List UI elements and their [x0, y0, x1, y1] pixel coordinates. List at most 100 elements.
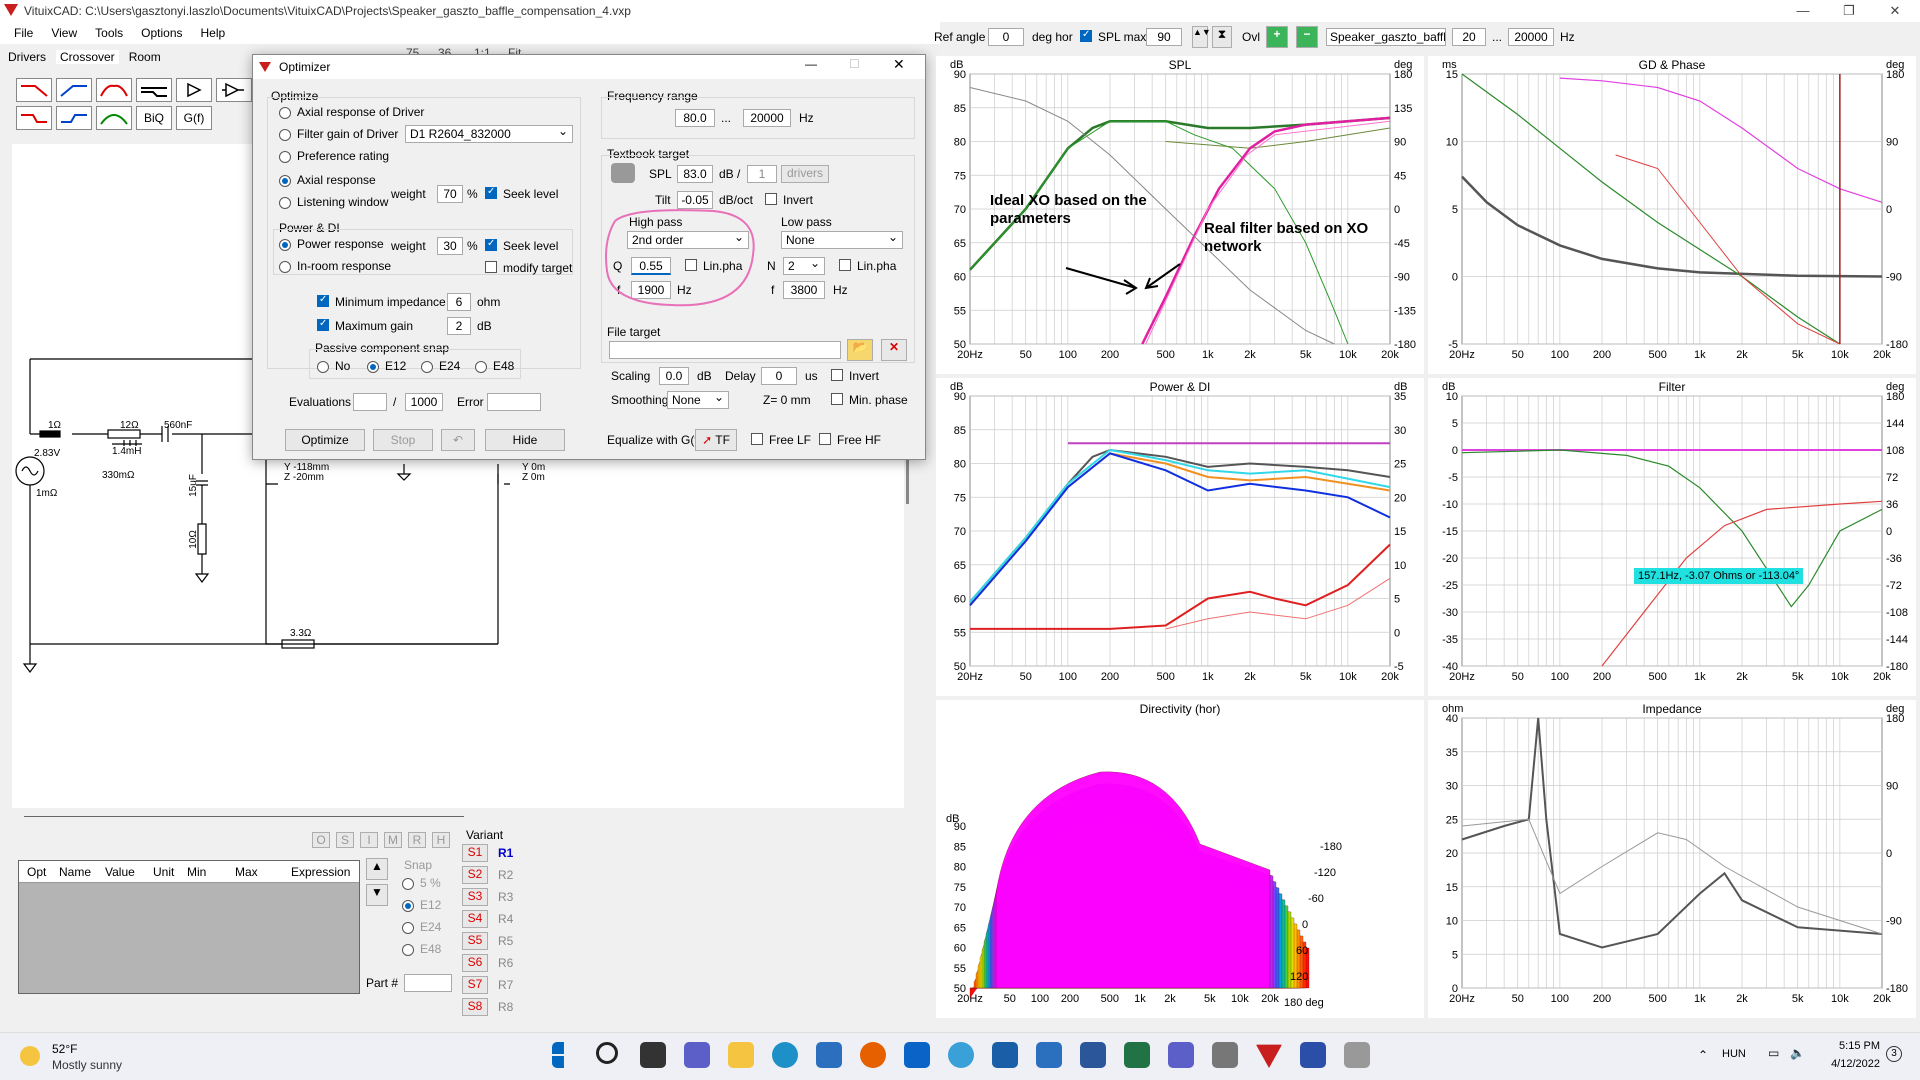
- ref-angle-input[interactable]: 0: [988, 28, 1024, 46]
- notification-badge[interactable]: 3: [1886, 1046, 1902, 1062]
- firefox-icon[interactable]: [860, 1042, 886, 1068]
- weather-desc[interactable]: Mostly sunny: [52, 1058, 122, 1072]
- dlg-snap-e48-radio[interactable]: [475, 361, 487, 373]
- dlg-close-button[interactable]: ✕: [893, 56, 905, 73]
- tab-crossover[interactable]: Crossover: [56, 50, 119, 64]
- lp-n-select[interactable]: 2: [783, 255, 825, 275]
- chevron-up-icon[interactable]: ⌃: [1698, 1048, 1708, 1062]
- tool-h-button[interactable]: H: [432, 832, 450, 848]
- scaling-input[interactable]: 0.0: [659, 367, 689, 385]
- spl-max-checkbox[interactable]: [1080, 29, 1092, 42]
- language-indicator[interactable]: HUN: [1722, 1048, 1746, 1060]
- menu-file[interactable]: File: [14, 26, 33, 40]
- snap-e12-radio[interactable]: [402, 900, 414, 912]
- opt-filter-gain-radio[interactable]: [279, 129, 291, 141]
- col-unit[interactable]: Unit: [153, 865, 174, 879]
- variant-s5-button[interactable]: S5: [462, 932, 488, 950]
- undo-button[interactable]: ↶: [441, 429, 475, 451]
- clear-file-button[interactable]: ✕: [881, 339, 907, 361]
- sun-icon[interactable]: [20, 1046, 40, 1066]
- variant-s7-button[interactable]: S7: [462, 976, 488, 994]
- dlg-snap-no-radio[interactable]: [317, 361, 329, 373]
- dlg-maximize-button[interactable]: ☐: [849, 57, 860, 71]
- teams-icon[interactable]: [1168, 1042, 1194, 1068]
- maximize-button[interactable]: ❐: [1826, 0, 1872, 22]
- close-button[interactable]: ✕: [1872, 0, 1918, 22]
- dlg-snap-e12-radio[interactable]: [367, 361, 379, 373]
- clock-date[interactable]: 4/12/2022: [1824, 1058, 1880, 1070]
- opt-listening-window-radio[interactable]: [279, 197, 291, 209]
- file-explorer-icon[interactable]: [728, 1042, 754, 1068]
- freq-lo-view-input[interactable]: 20: [1452, 28, 1486, 46]
- monitor-icon[interactable]: ▭: [1768, 1046, 1779, 1060]
- weather-temp[interactable]: 52°F: [52, 1042, 77, 1056]
- power-response-radio[interactable]: [279, 239, 291, 251]
- collapse-button[interactable]: ⧗: [1212, 26, 1232, 48]
- col-max[interactable]: Max: [235, 865, 258, 879]
- gf-button[interactable]: G(f): [176, 106, 212, 130]
- notes-app-icon[interactable]: [992, 1042, 1018, 1068]
- variant-r5-button[interactable]: R5: [498, 934, 513, 948]
- drivers-count-input[interactable]: 1: [747, 165, 777, 183]
- variant-s2-button[interactable]: S2: [462, 866, 488, 884]
- variant-r4-button[interactable]: R4: [498, 912, 513, 926]
- hide-button[interactable]: Hide: [485, 429, 565, 451]
- tool-m-button[interactable]: M: [384, 832, 402, 848]
- snap-e24-radio[interactable]: [402, 922, 414, 934]
- chat-icon[interactable]: [684, 1042, 710, 1068]
- free-lf-checkbox[interactable]: [751, 433, 763, 445]
- highpass-1-button[interactable]: [56, 78, 92, 102]
- col-expression[interactable]: Expression: [291, 865, 350, 879]
- tool-i-button[interactable]: I: [360, 832, 378, 848]
- bandpass-button[interactable]: [96, 78, 132, 102]
- col-value[interactable]: Value: [105, 865, 135, 879]
- file-target-input[interactable]: [609, 341, 841, 359]
- min-phase-checkbox[interactable]: [831, 393, 843, 405]
- photos-icon[interactable]: [1036, 1042, 1062, 1068]
- peak-button[interactable]: [96, 106, 132, 130]
- freq-lo-input[interactable]: 80.0: [675, 109, 715, 127]
- word-icon[interactable]: [1080, 1042, 1106, 1068]
- inverter-button[interactable]: [216, 78, 252, 102]
- spl-max-input[interactable]: 90: [1146, 28, 1182, 46]
- lowpass-1-button[interactable]: [16, 78, 52, 102]
- evaluations-max-input[interactable]: 1000: [405, 393, 443, 411]
- variant-r7-button[interactable]: R7: [498, 978, 513, 992]
- tool-s-button[interactable]: S: [336, 832, 354, 848]
- search-icon[interactable]: [596, 1042, 618, 1064]
- graph-gd[interactable]: GD & Phase 15 10 5 0 -5 180 90 0 -90 -180 ms deg 20Hz…: [1428, 56, 1916, 374]
- lp-type-select[interactable]: None: [781, 229, 903, 249]
- graph-imp[interactable]: Impedance 40 35 30 25 20 15 10 5 0 180 90 0 -90 -180 oh…: [1428, 700, 1916, 1018]
- variant-r8-button[interactable]: R8: [498, 1000, 513, 1014]
- invert-checkbox[interactable]: [765, 193, 777, 205]
- col-min[interactable]: Min: [187, 865, 206, 879]
- minimize-button[interactable]: —: [1780, 0, 1826, 22]
- allpass-button[interactable]: [136, 78, 172, 102]
- driver-select[interactable]: D1 R2604_832000: [405, 123, 573, 143]
- snap-e48-radio[interactable]: [402, 944, 414, 956]
- outlook-icon[interactable]: [904, 1042, 930, 1068]
- buffer-button[interactable]: [176, 78, 212, 102]
- drivers-button[interactable]: drivers: [781, 165, 829, 183]
- parameter-table[interactable]: Opt Name Value Unit Min Max Expression: [18, 860, 360, 994]
- lp-f-input[interactable]: 3800: [783, 281, 825, 299]
- speaker-icon[interactable]: [611, 163, 635, 183]
- open-file-button[interactable]: 📂: [847, 339, 873, 361]
- max-gain-checkbox[interactable]: [317, 318, 329, 331]
- remove-overlay-button[interactable]: −: [1296, 26, 1318, 48]
- smoothing-select[interactable]: None: [667, 389, 729, 409]
- variant-s6-button[interactable]: S6: [462, 954, 488, 972]
- variant-s3-button[interactable]: S3: [462, 888, 488, 906]
- in-room-response-radio[interactable]: [279, 261, 291, 273]
- tool-app-icon[interactable]: [1300, 1042, 1326, 1068]
- min-impedance-checkbox[interactable]: [317, 294, 329, 307]
- col-name[interactable]: Name: [59, 865, 91, 879]
- col-opt[interactable]: Opt: [27, 865, 46, 879]
- max-gain-input[interactable]: 2: [447, 317, 471, 335]
- edge-icon[interactable]: [772, 1042, 798, 1068]
- task-view-icon[interactable]: [640, 1042, 666, 1068]
- graph-filter[interactable]: Filter 10 5 0 -5 -10 -15 -20 -25 -30 -35 -40 180 144 1…: [1428, 378, 1916, 696]
- tf-button[interactable]: ➚ TF: [695, 429, 737, 451]
- stop-button[interactable]: Stop: [373, 429, 433, 451]
- dlg-snap-e24-radio[interactable]: [421, 361, 433, 373]
